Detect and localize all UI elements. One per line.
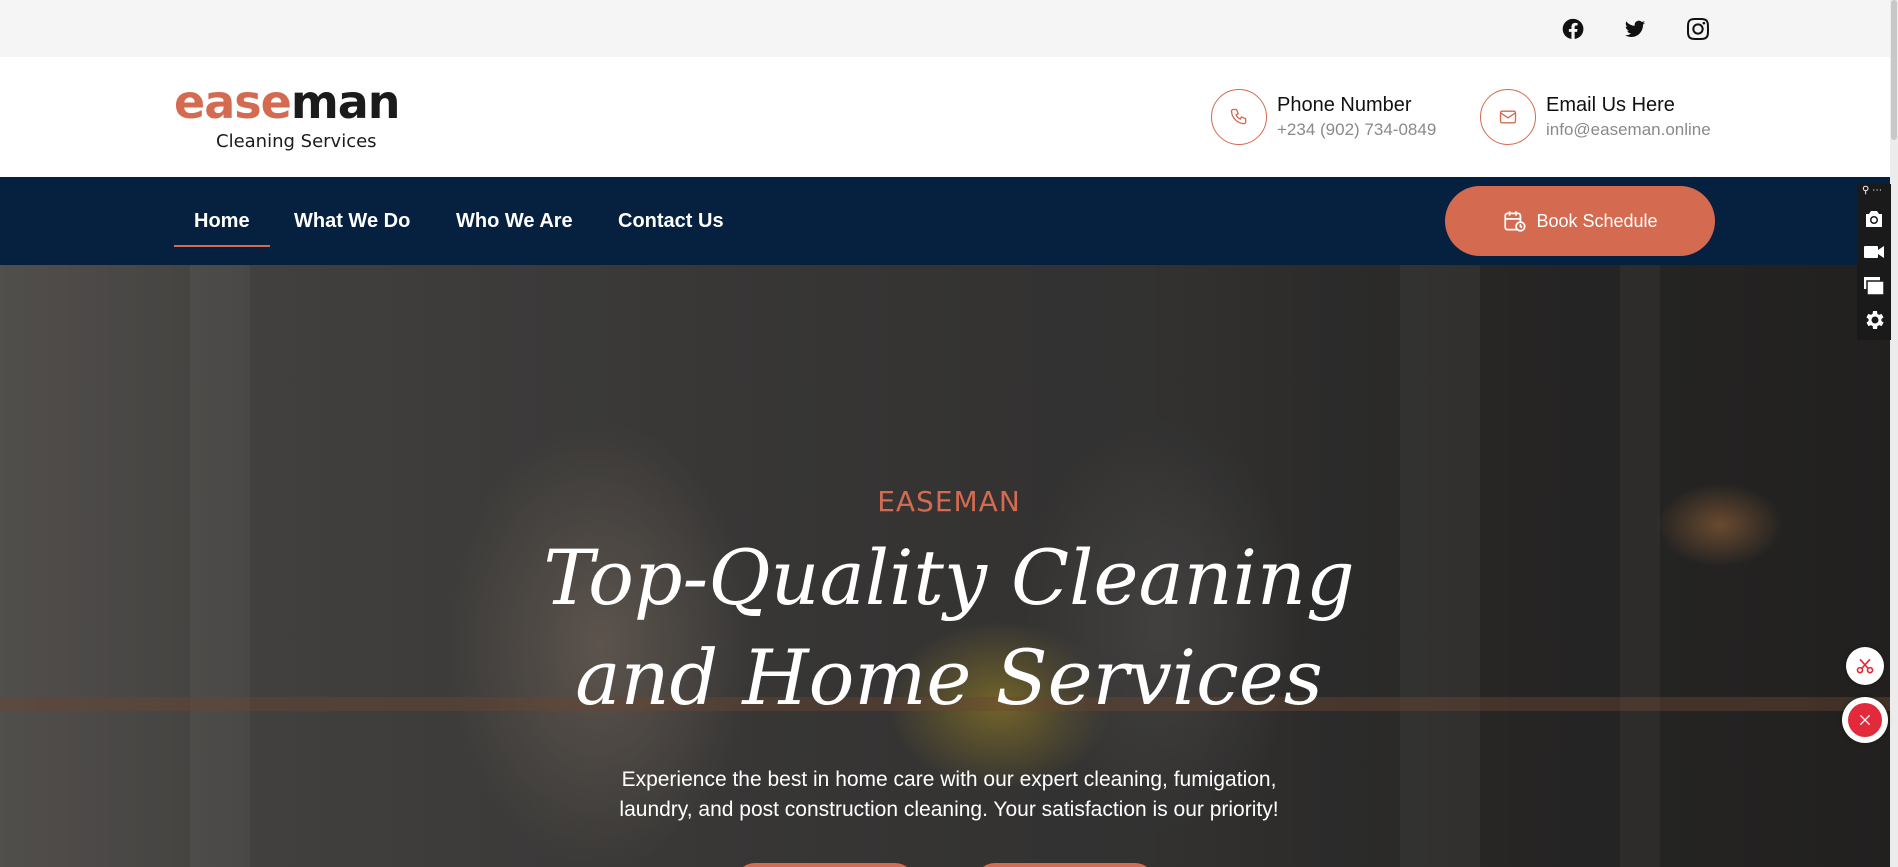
- hero-title-line: Top-Quality Cleaning: [543, 533, 1355, 622]
- email-address[interactable]: info@easeman.online: [1546, 118, 1711, 142]
- hero-secondary-button[interactable]: [975, 863, 1155, 867]
- logo-subtitle: Cleaning Services: [216, 131, 377, 152]
- hero-section: EASEMAN Top-Quality Cleaning and Home Se…: [0, 265, 1898, 867]
- phone-icon: [1211, 89, 1267, 145]
- main-nav: Home What We Do Who We Are Contact Us Bo…: [0, 177, 1898, 265]
- nav-home[interactable]: Home: [174, 177, 270, 265]
- email-contact: Email Us Here info@easeman.online: [1480, 89, 1711, 145]
- phone-label: Phone Number: [1277, 94, 1412, 116]
- phone-number[interactable]: +234 (902) 734-0849: [1277, 118, 1436, 142]
- video-icon[interactable]: [1862, 240, 1886, 264]
- camera-icon[interactable]: [1862, 207, 1886, 231]
- nav-contact-us[interactable]: Contact Us: [618, 177, 724, 265]
- logo-wordmark: easeman: [174, 75, 401, 129]
- gear-icon[interactable]: [1862, 308, 1886, 332]
- site-logo[interactable]: easeman Cleaning Services: [174, 77, 424, 157]
- mail-icon: [1480, 89, 1536, 145]
- scrollbar-thumb[interactable]: [1891, 0, 1897, 140]
- twitter-icon[interactable]: [1623, 17, 1647, 41]
- page: easeman Cleaning Services Phone Number +…: [0, 0, 1898, 867]
- site-header: easeman Cleaning Services Phone Number +…: [0, 57, 1898, 177]
- nav-who-we-are[interactable]: Who We Are: [456, 177, 573, 265]
- hero-title-line: and Home Services: [575, 633, 1323, 722]
- hero-kicker: EASEMAN: [877, 485, 1021, 518]
- email-label: Email Us Here: [1546, 94, 1675, 116]
- hero-title: Top-Quality Cleaning and Home Services: [449, 528, 1449, 728]
- scissors-icon[interactable]: [1846, 647, 1884, 685]
- book-schedule-label: Book Schedule: [1536, 210, 1658, 231]
- book-schedule-button[interactable]: Book Schedule: [1445, 186, 1715, 256]
- windows-icon[interactable]: [1862, 274, 1886, 298]
- more-icon[interactable]: ⚲ ⋯: [1862, 186, 1888, 196]
- calendar-clock-icon: [1504, 211, 1527, 232]
- top-bar: [0, 0, 1898, 57]
- nav-what-we-do[interactable]: What We Do: [294, 177, 410, 265]
- close-icon[interactable]: [1842, 697, 1888, 743]
- phone-contact: Phone Number +234 (902) 734-0849: [1211, 89, 1436, 145]
- hero-description: Experience the best in home care with ou…: [619, 768, 1279, 821]
- hero-primary-button[interactable]: [735, 863, 915, 867]
- instagram-icon[interactable]: [1686, 17, 1710, 41]
- facebook-icon[interactable]: [1561, 17, 1585, 41]
